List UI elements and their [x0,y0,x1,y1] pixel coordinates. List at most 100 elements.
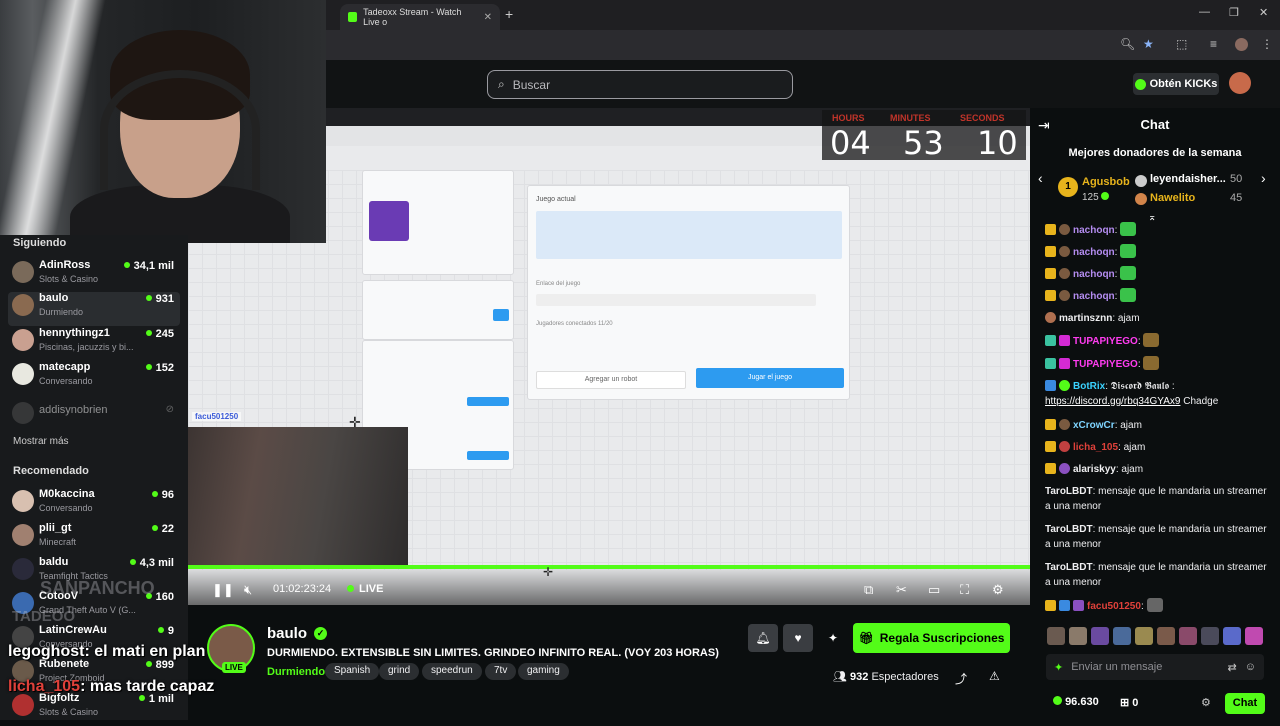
new-tab-button[interactable]: + [505,6,513,22]
chat-username[interactable]: martinsznn [1059,313,1112,324]
emote-strip-item[interactable] [1091,627,1109,645]
viewer-count: 931 [146,293,174,305]
stream-category[interactable]: Durmiendo [267,666,325,678]
settings-icon[interactable]: ⚙ [992,582,1004,598]
chat-message: TUPAPIYEGO: [1045,333,1270,349]
sidebar-item-m0kaccina[interactable]: M0kaccina Conversando 96 [12,488,180,522]
chat-send-button[interactable]: Chat [1225,693,1265,714]
chat-input[interactable]: ✦ Enviar un mensaje ⇄ ☺ [1046,654,1264,680]
chat-message: nachoqn: [1045,288,1270,304]
close-window-button[interactable]: ✕ [1259,6,1268,19]
emoji-icon[interactable]: ☺ [1245,661,1256,673]
share-icon[interactable]: ⤴ [955,670,967,687]
chat-username[interactable]: nachoqn [1073,269,1115,280]
streamer-name[interactable]: baulo [267,625,307,642]
progress-bar[interactable] [188,565,1030,569]
maximize-button[interactable]: ❐ [1229,6,1239,19]
browser-tab[interactable]: Tadeoxx Stream - Watch Live o ✕ [340,4,500,30]
chat-username[interactable]: nachoqn [1073,247,1115,258]
discord-link[interactable]: https://discord.gg/rbq34GYAx9 [1045,396,1180,407]
close-tab-icon[interactable]: ✕ [484,12,492,23]
chat-username[interactable]: licha_105 [1073,442,1118,453]
sidebar-item-addisynobrien[interactable]: addisynobrien ⊘ [12,400,180,434]
emote-strip-item[interactable] [1069,627,1087,645]
tag-spanish[interactable]: Spanish [325,663,380,680]
tag-grind[interactable]: grind [379,663,420,680]
chat-username[interactable]: TaroLBDT [1045,524,1093,535]
star-icon[interactable]: ★ [1143,37,1154,51]
notification-bell-button[interactable]: 🔔︎ [748,624,778,652]
miniplayer-icon[interactable]: ⧉ [864,582,873,598]
report-icon[interactable]: ⚠ [989,669,1000,683]
avatar [12,490,34,512]
channel-category: Conversando [39,376,93,386]
chat-username[interactable]: BotRix [1073,381,1105,392]
chat-settings-icon[interactable]: ⚙ [1201,696,1211,709]
live-indicator[interactable]: LIVE [347,583,383,595]
search-input[interactable]: ⌕ Buscar [487,70,793,99]
inner-game-card: Juego actual Enlace del juego Jugadores … [527,185,850,400]
emote-strip-item[interactable] [1223,627,1241,645]
show-more-link[interactable]: Mostrar más [13,436,69,447]
minimize-button[interactable]: — [1199,6,1210,18]
get-kicks-button[interactable]: Obtén KICKs [1133,73,1219,95]
translate-icon[interactable]: ⇄ [1228,661,1237,674]
clip-icon[interactable]: ✂ [896,582,907,598]
emote-strip-item[interactable] [1157,627,1175,645]
timer-hours-label: HOURS [832,113,865,123]
inner-add-robot-button: Agregar un robot [536,371,686,389]
emote-strip-item[interactable] [1179,627,1197,645]
chat-username[interactable]: TUPAPIYEGO [1073,359,1138,370]
overlay-faded-sub: TADEOO [12,608,76,625]
donor-amount-3: 45 [1230,192,1243,204]
chat-username[interactable]: facu501250 [1087,601,1141,612]
chat-username[interactable]: nachoqn [1073,291,1115,302]
chat-message: BotRix: 𝕯𝖎𝖘𝖈𝖔𝖗𝖉 𝕭𝖆𝖚𝖑𝖔 : https://discord.g… [1045,379,1270,409]
tag-speedrun[interactable]: speedrun [422,663,482,680]
chat-username[interactable]: nachoqn [1073,225,1115,236]
chat-username[interactable]: TaroLBDT [1045,486,1093,497]
emote-strip-item[interactable] [1201,627,1219,645]
theater-icon[interactable]: ▭ [928,582,940,598]
sidebar-item-plii-gt[interactable]: plii_gt Minecraft 22 [12,522,180,556]
donor-name-2: leyendaisher... [1150,173,1226,185]
chat-message: nachoqn: [1045,222,1270,238]
zoom-icon[interactable]: 🔍︎ [1120,37,1135,51]
avatar [12,524,34,546]
playlist-icon[interactable]: ≡ [1210,37,1217,51]
search-icon: ⌕ [498,77,505,91]
donors-prev-icon[interactable]: ‹ [1038,170,1043,186]
chat-username[interactable]: TaroLBDT [1045,562,1093,573]
emote-strip-item[interactable] [1135,627,1153,645]
emote-strip-item[interactable] [1047,627,1065,645]
tag-gaming[interactable]: gaming [518,663,569,680]
user-avatar[interactable] [1229,72,1251,94]
sidebar-item-matecapp[interactable]: matecapp Conversando 152 [12,361,180,395]
donors-next-icon[interactable]: › [1261,170,1266,186]
emote-strip-item[interactable] [1245,627,1263,645]
extensions-icon[interactable]: ⬚ [1176,37,1187,51]
tag-7tv[interactable]: 7tv [485,663,517,680]
sidebar-item-baulo[interactable]: baulo Durmiendo 931 [8,292,180,326]
chat-username[interactable]: xCrowCr [1073,420,1115,431]
gift-icon: ⊞ [1120,697,1130,709]
donor-name-3: Nawelito [1150,192,1196,204]
fullscreen-icon[interactable]: ⛶ [960,582,969,598]
profile-avatar[interactable] [1235,38,1248,51]
overlay-user-1: legoghost [8,643,85,660]
gift-subs-button[interactable]: 🎁︎ Regala Suscripciones [853,623,1010,653]
follow-heart-button[interactable]: ♥ [783,624,813,652]
sidebar-item-hennythingz1[interactable]: hennythingz1 Piscinas, jacuzzis y bi... … [12,327,180,361]
sidebar-item-adinross[interactable]: AdinRoss Slots & Casino 34,1 mil [12,259,180,293]
pause-icon[interactable]: ❚❚ [212,582,234,598]
chat-username[interactable]: TUPAPIYEGO [1073,336,1138,347]
kicks-balance[interactable]: 96.630 [1053,696,1099,708]
menu-icon[interactable]: ⋮ [1261,37,1273,51]
sparkle-icon[interactable]: ✦ [818,624,848,652]
inner-link-label: Enlace del juego [536,281,581,287]
emote-strip-item[interactable] [1113,627,1131,645]
sidebar-item-bigfoltz[interactable]: Bigfoltz Slots & Casino 1 mil [12,692,180,726]
gift-count[interactable]: ⊞ 0 [1120,696,1138,709]
chat-username[interactable]: alariskyy [1073,464,1116,475]
mute-icon[interactable]: 🔇︎ [244,582,252,598]
